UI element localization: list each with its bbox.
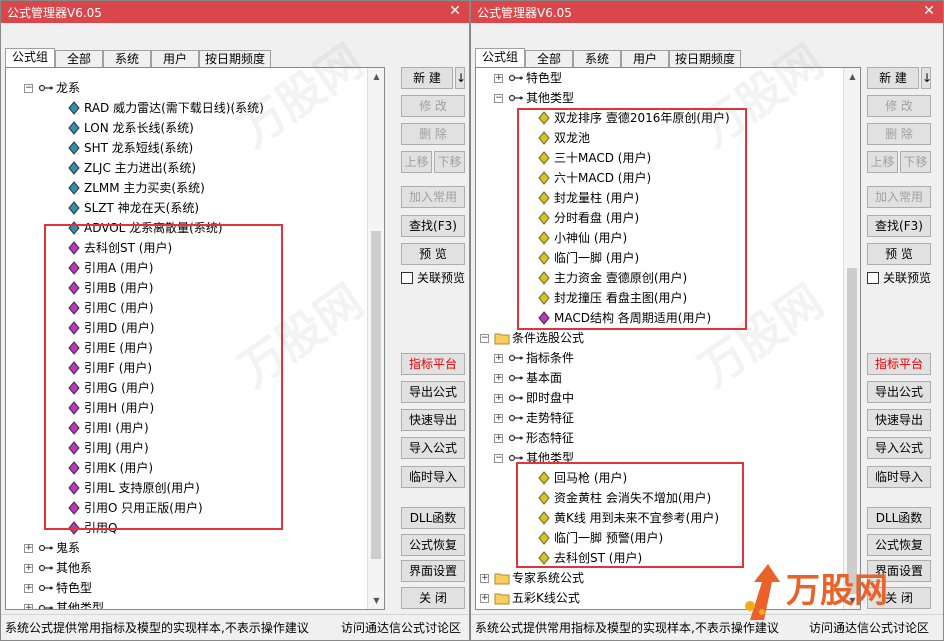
temp-import-button[interactable]: 临时导入 [401,466,465,488]
indicator-platform-button[interactable]: 指标平台 [401,353,465,375]
checkbox-box[interactable] [867,272,879,284]
modify-button[interactable]: 修 改 [401,95,465,117]
import-formula-button[interactable]: 导入公式 [401,437,465,459]
dll-function-button[interactable]: DLL函数 [401,507,465,529]
status-bar: 系统公式提供常用指标及模型的实现样本,不表示操作建议 访问通达信公式讨论区 [1,614,469,640]
delete-button[interactable]: 删 除 [401,123,465,145]
formula-manager-window-left: 公式管理器V6.05 ✕ 公式组 全部 系统 用户 按日期频度 ▲ ▼ − 龙系 R… [0,0,470,641]
formula-restore-button[interactable]: 公式恢复 [867,534,931,556]
preview-button[interactable]: 预 览 [401,243,465,265]
link-preview-label: 关联预览 [883,271,932,285]
modify-button[interactable]: 修 改 [867,95,931,117]
checkbox-box[interactable] [401,272,413,284]
button-panel: 新 建 ↓ 修 改删 除上移 下移加入常用查找(F3) 预 览指标平台导出公式快速导出导… [471,1,944,609]
new-button[interactable]: 新 建 [867,67,919,89]
dll-function-button[interactable]: DLL函数 [867,507,931,529]
new-dropdown-arrow-icon[interactable]: ↓ [921,67,932,89]
export-formula-button[interactable]: 导出公式 [401,381,465,403]
link-preview-label: 关联预览 [417,271,466,285]
close-button[interactable]: 关 闭 [401,587,465,609]
logo-text: 万股网 [786,571,888,611]
move-up-button[interactable]: 上移 [401,151,432,173]
import-formula-button[interactable]: 导入公式 [867,437,931,459]
status-text: 系统公式提供常用指标及模型的实现样本,不表示操作建议 [475,621,779,635]
delete-button[interactable]: 删 除 [867,123,931,145]
formula-restore-button[interactable]: 公式恢复 [401,534,465,556]
move-down-button[interactable]: 下移 [900,151,931,173]
quick-export-button[interactable]: 快速导出 [401,409,465,431]
preview-button[interactable]: 预 览 [867,243,931,265]
add-to-common-button[interactable]: 加入常用 [401,186,465,208]
move-down-button[interactable]: 下移 [434,151,465,173]
status-text: 系统公式提供常用指标及模型的实现样本,不表示操作建议 [5,621,309,635]
new-button[interactable]: 新 建 [401,67,453,89]
add-to-common-button[interactable]: 加入常用 [867,186,931,208]
quick-export-button[interactable]: 快速导出 [867,409,931,431]
expand-icon[interactable]: + [24,604,33,609]
export-formula-button[interactable]: 导出公式 [867,381,931,403]
button-panel: 新 建 ↓ 修 改删 除上移 下移加入常用查找(F3) 预 览指标平台导出公式快速导出导… [1,1,471,609]
logo-mark-icon: 万股网 [745,564,888,620]
forum-link[interactable]: 访问通达信公式讨论区 [341,615,461,641]
find-button[interactable]: 查找(F3) [401,215,465,237]
brand-logo: 万股网 [740,560,940,630]
node-link-icon [38,601,54,609]
find-button[interactable]: 查找(F3) [867,215,931,237]
temp-import-button[interactable]: 临时导入 [867,466,931,488]
formula-manager-window-right: 公式管理器V6.05 ✕ 公式组 全部 系统 用户 按日期频度 ▲ ▼ + 特色型… [470,0,944,641]
indicator-platform-button[interactable]: 指标平台 [867,353,931,375]
ui-settings-button[interactable]: 界面设置 [401,560,465,582]
move-up-button[interactable]: 上移 [867,151,898,173]
new-dropdown-arrow-icon[interactable]: ↓ [455,67,466,89]
